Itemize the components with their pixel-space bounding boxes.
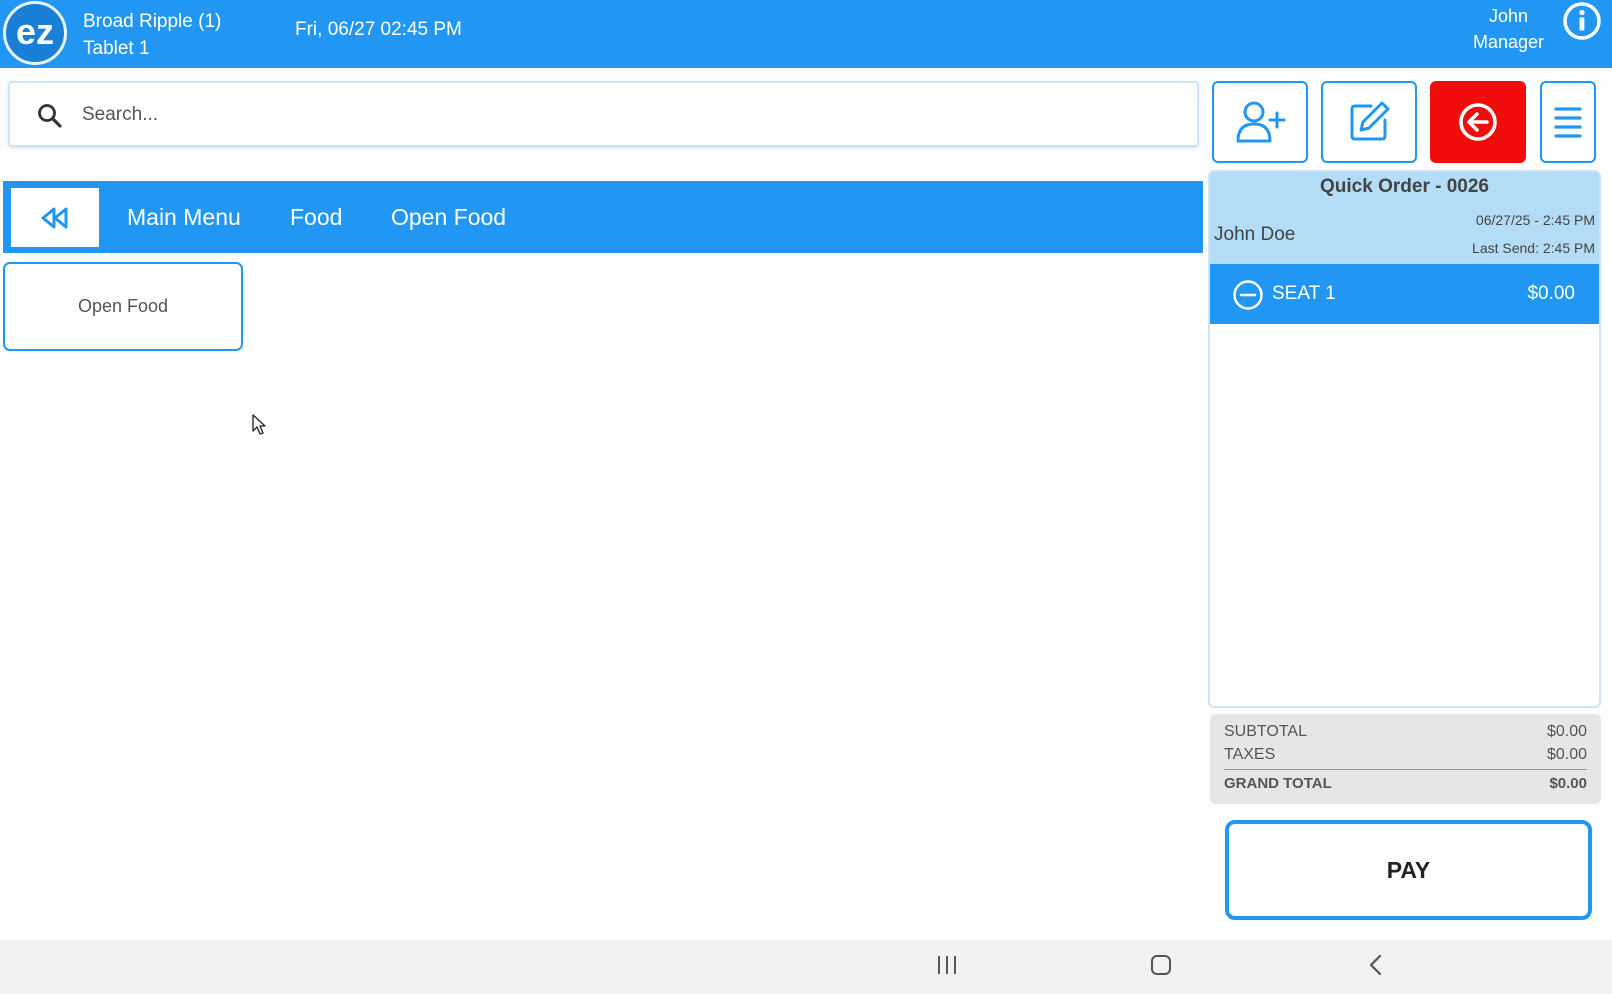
search-input[interactable] (82, 95, 1172, 135)
subtotal-label: SUBTOTAL (1224, 723, 1307, 740)
last-send-time: Last Send: 2:45 PM (1472, 240, 1595, 256)
back-icon[interactable] (1364, 953, 1388, 982)
order-header: Quick Order - 0026 John Doe 06/27/25 - 2… (1210, 172, 1599, 264)
user-plus-icon (1236, 101, 1286, 143)
order-date: 06/27/25 - 2:45 PM (1475, 212, 1595, 228)
user-role: Manager (1472, 32, 1544, 52)
taxes-label: TAXES (1224, 746, 1276, 763)
svg-text:ez: ez (16, 13, 54, 52)
home-icon[interactable] (1149, 953, 1173, 982)
breadcrumb-food[interactable]: Food (290, 204, 342, 231)
current-datetime: Fri, 06/27 02:45 PM (295, 19, 462, 40)
user-info[interactable]: John Manager (1473, 3, 1544, 55)
search-bar[interactable] (8, 81, 1199, 147)
recent-apps-icon[interactable] (935, 953, 959, 982)
customer-name[interactable]: John Doe (1214, 224, 1295, 246)
menu-item-open-food[interactable]: Open Food (3, 262, 243, 351)
subtotal-value: $0.00 (1546, 723, 1587, 740)
info-icon[interactable] (1562, 1, 1602, 41)
seat-label: SEAT 1 (1272, 283, 1336, 304)
breadcrumb-main-menu[interactable]: Main Menu (127, 204, 241, 231)
store-name: Broad Ripple (1) (83, 11, 222, 32)
collapse-seat-icon[interactable] (1232, 279, 1264, 316)
grand-total-value: $0.00 (1549, 775, 1587, 792)
seat-amount: $0.00 (1527, 283, 1575, 304)
grand-total-label: GRAND TOTAL (1224, 775, 1332, 792)
user-name: John (1488, 6, 1528, 26)
pay-button[interactable]: PAY (1225, 820, 1592, 920)
exit-order-button[interactable] (1430, 81, 1526, 163)
device-name: Tablet 1 (83, 38, 150, 59)
breadcrumb-open-food[interactable]: Open Food (391, 204, 506, 231)
ez-logo-mark: ez (16, 13, 54, 52)
edit-order-button[interactable] (1321, 81, 1417, 163)
store-info: Broad Ripple (1) Tablet 1 (83, 8, 221, 62)
ez-logo: ez (3, 1, 67, 65)
order-panel: Quick Order - 0026 John Doe 06/27/25 - 2… (1208, 170, 1601, 708)
totals-box: SUBTOTAL $0.00 TAXES $0.00 GRAND TOTAL $… (1210, 714, 1601, 804)
menu-button[interactable] (1540, 81, 1596, 163)
taxes-value: $0.00 (1546, 746, 1587, 763)
add-customer-button[interactable] (1212, 81, 1308, 163)
top-bar: ez Broad Ripple (1) Tablet 1 Fri, 06/27 … (0, 0, 1612, 68)
search-icon (37, 103, 63, 134)
arrow-left-circle-icon (1459, 103, 1497, 141)
mouse-cursor-icon (252, 414, 266, 435)
rewind-icon (41, 207, 68, 228)
back-button[interactable] (11, 188, 99, 247)
system-nav-bar (0, 940, 1612, 994)
subtotal-row: SUBTOTAL $0.00 (1224, 723, 1587, 746)
breadcrumb: Main Menu Food Open Food (3, 181, 1203, 253)
hamburger-menu-icon (1554, 107, 1582, 138)
order-title: Quick Order - 0026 (1320, 176, 1489, 197)
seat-row[interactable]: SEAT 1 $0.00 (1210, 264, 1599, 324)
taxes-row: TAXES $0.00 (1224, 746, 1587, 769)
edit-icon (1350, 101, 1390, 141)
grand-total-row: GRAND TOTAL $0.00 (1224, 769, 1587, 795)
